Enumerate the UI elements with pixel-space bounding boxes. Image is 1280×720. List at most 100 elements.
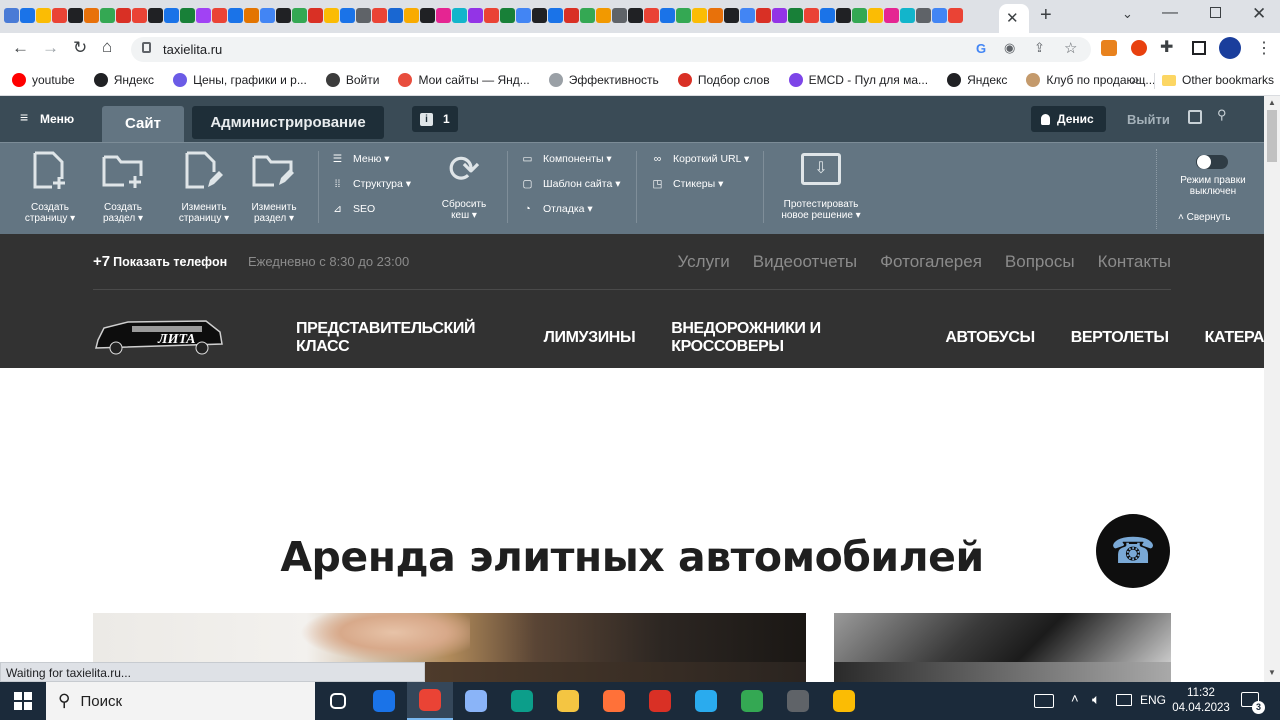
tab-favicon-icon[interactable] — [564, 8, 579, 23]
hamburger-icon[interactable]: ≡ — [20, 109, 28, 125]
new-tab-button[interactable]: + — [1040, 4, 1052, 27]
top-nav-link[interactable]: Фотогалерея — [880, 252, 982, 272]
taskbar-app[interactable] — [775, 682, 821, 720]
bookmark-item[interactable]: Эффективность — [548, 73, 659, 87]
tab-favicon-icon[interactable] — [516, 8, 531, 23]
main-nav-link[interactable]: АВТОБУСЫ — [945, 329, 1035, 347]
debug-link[interactable]: ◔ Отладка ▾ — [520, 203, 620, 215]
tab-favicon-icon[interactable] — [548, 8, 563, 23]
tab-favicon-icon[interactable] — [644, 8, 659, 23]
top-nav-link[interactable]: Вопросы — [1005, 252, 1075, 272]
tab-favicon-icon[interactable] — [388, 8, 403, 23]
tab-favicon-icon[interactable] — [836, 8, 851, 23]
bookmark-item[interactable]: Войти — [325, 73, 379, 87]
tab-site[interactable]: Сайт — [102, 106, 184, 142]
tray-chevron-icon[interactable]: ˄ — [1071, 691, 1079, 706]
tab-favicon-icon[interactable] — [708, 8, 723, 23]
taskbar-app[interactable] — [315, 682, 361, 720]
tab-favicon-icon[interactable] — [20, 8, 35, 23]
tab-favicon-icon[interactable] — [916, 8, 931, 23]
network-icon[interactable] — [1116, 694, 1132, 706]
tab-favicon-icon[interactable] — [436, 8, 451, 23]
tab-favicon-icon[interactable] — [276, 8, 291, 23]
bookmark-item[interactable]: Цены, графики и р... — [173, 73, 307, 87]
tab-favicon-icon[interactable] — [212, 8, 227, 23]
forward-icon[interactable]: → — [42, 38, 59, 58]
test-solution-button[interactable]: ⇩ Протестировать новое решение ▾ — [774, 153, 868, 227]
tab-favicon-icon[interactable] — [468, 8, 483, 23]
scroll-down-icon[interactable]: ▼ — [1268, 668, 1276, 677]
tab-favicon-icon[interactable] — [852, 8, 867, 23]
restore-button[interactable] — [1210, 7, 1221, 18]
show-phone-link[interactable]: Показать телефон — [113, 255, 227, 269]
tab-favicon-icon[interactable] — [356, 8, 371, 23]
taskbar-search[interactable]: ⚲ Поиск — [46, 682, 315, 720]
tab-favicon-icon[interactable] — [532, 8, 547, 23]
reload-icon[interactable]: ↻ — [73, 38, 87, 58]
back-icon[interactable]: ← — [12, 38, 29, 58]
tab-favicon-icon[interactable] — [132, 8, 147, 23]
browser-menu-icon[interactable]: ⋮ — [1256, 38, 1272, 58]
tab-favicon-icon[interactable] — [868, 8, 883, 23]
tab-favicon-icon[interactable] — [932, 8, 947, 23]
create-section-button[interactable]: Создать раздел ▾ — [95, 151, 151, 226]
tab-favicon-icon[interactable] — [580, 8, 595, 23]
share-icon[interactable]: ⇪ — [1034, 40, 1045, 56]
seo-link[interactable]: ⊿ SEO — [330, 203, 411, 215]
tab-favicon-icon[interactable] — [164, 8, 179, 23]
tab-favicon-icon[interactable] — [612, 8, 627, 23]
tab-favicon-icon[interactable] — [324, 8, 339, 23]
tab-favicon-icon[interactable] — [116, 8, 131, 23]
bookmark-item[interactable]: Подбор слов — [677, 73, 770, 87]
start-button[interactable] — [0, 682, 46, 720]
tab-favicon-icon[interactable] — [292, 8, 307, 23]
bookmark-star-icon[interactable]: ☆ — [1064, 39, 1077, 57]
edit-page-button[interactable]: Изменить страницу ▾ — [176, 151, 232, 226]
menu-link[interactable]: ☰ Меню ▾ — [330, 153, 411, 165]
main-nav-link[interactable]: ВНЕДОРОЖНИКИ И КРОССОВЕРЫ — [671, 320, 909, 356]
tab-favicon-icon[interactable] — [260, 8, 275, 23]
bookmark-item[interactable]: Яндекс — [93, 73, 154, 87]
scroll-thumb[interactable] — [1267, 110, 1277, 162]
tab-favicon-icon[interactable] — [884, 8, 899, 23]
tab-favicon-icon[interactable] — [756, 8, 771, 23]
bookmark-item[interactable]: youtube — [12, 73, 75, 87]
tab-favicon-icon[interactable] — [4, 8, 19, 23]
structure-link[interactable]: ⁞⁞ Структура ▾ — [330, 178, 411, 190]
tab-favicon-icon[interactable] — [372, 8, 387, 23]
phone-block[interactable]: +7 Показать телефон — [93, 253, 227, 270]
tab-favicon-icon[interactable] — [500, 8, 515, 23]
site-logo[interactable]: ЛИТА — [94, 314, 224, 358]
tab-favicon-icon[interactable] — [596, 8, 611, 23]
tab-favicon-icon[interactable] — [340, 8, 355, 23]
scroll-up-icon[interactable]: ▲ — [1268, 98, 1276, 107]
top-nav-link[interactable]: Услуги — [678, 252, 730, 272]
hide-eye-icon[interactable]: ◉ — [1004, 40, 1015, 56]
tab-favicon-icon[interactable] — [84, 8, 99, 23]
reset-cache-button[interactable]: ⟳ Сбросить кеш ▾ — [436, 149, 492, 227]
tab-favicon-icon[interactable] — [308, 8, 323, 23]
tab-favicon-icon[interactable] — [692, 8, 707, 23]
clock[interactable]: 11:32 04.04.2023 — [1170, 686, 1232, 716]
template-link[interactable]: ▢ Шаблон сайта ▾ — [520, 178, 621, 190]
edit-mode-toggle[interactable] — [1196, 155, 1228, 169]
bookmark-item[interactable]: EMCD - Пул для ма... — [788, 73, 928, 87]
bookmark-item[interactable]: Яндекс — [947, 73, 1007, 87]
tab-favicon-icon[interactable] — [772, 8, 787, 23]
taskbar-app[interactable] — [637, 682, 683, 720]
stickers-link[interactable]: ◳ Стикеры ▾ — [650, 178, 749, 190]
taskbar-app[interactable] — [453, 682, 499, 720]
tab-favicon-icon[interactable] — [196, 8, 211, 23]
tab-favicon-icon[interactable] — [244, 8, 259, 23]
main-nav-link[interactable]: КАТЕРА — [1205, 329, 1265, 347]
tab-favicon-icon[interactable] — [228, 8, 243, 23]
volume-icon[interactable]: 🔈︎ — [1092, 691, 1100, 708]
profile-avatar[interactable] — [1219, 37, 1241, 59]
taskbar-app[interactable] — [361, 682, 407, 720]
tab-favicon-icon[interactable] — [420, 8, 435, 23]
address-bar[interactable]: taxielita.ru G ◉ ⇪ ☆ — [131, 37, 1091, 62]
more-bookmarks[interactable]: » — [1131, 71, 1139, 88]
tab-favicon-icon[interactable] — [404, 8, 419, 23]
tab-favicon-icon[interactable] — [628, 8, 643, 23]
taskbar-app[interactable] — [407, 682, 453, 720]
